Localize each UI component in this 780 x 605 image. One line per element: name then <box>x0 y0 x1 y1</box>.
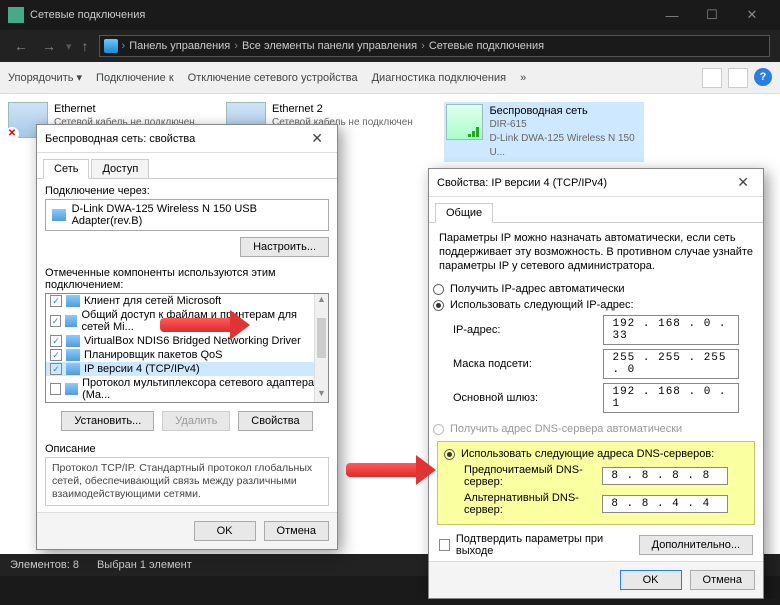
scroll-down-icon[interactable]: ▼ <box>315 388 328 402</box>
scrollbar[interactable]: ▲ ▼ <box>314 294 328 402</box>
gateway-input[interactable]: 192 . 168 . 0 . 1 <box>603 383 739 413</box>
arrow-indicator <box>160 310 250 340</box>
window-title: Сетевые подключения <box>30 9 145 21</box>
checkbox-icon[interactable]: ✓ <box>50 349 62 361</box>
close-icon[interactable]: ✕ <box>731 174 755 191</box>
toolbar: Упорядочить ▾ Подключение к Отключение с… <box>0 62 780 94</box>
connect-via-label: Подключение через: <box>45 185 329 197</box>
tab-general[interactable]: Общие <box>435 203 493 223</box>
disable-device[interactable]: Отключение сетевого устройства <box>188 72 358 84</box>
ip-address-input[interactable]: 192 . 168 . 0 . 33 <box>603 315 739 345</box>
advanced-button[interactable]: Дополнительно... <box>639 535 753 555</box>
protocol-icon <box>66 295 80 307</box>
protocol-icon <box>65 383 78 395</box>
breadcrumb-seg[interactable]: Панель управления <box>129 40 230 52</box>
status-count: Элементов: 8 <box>10 559 79 571</box>
checkbox-icon[interactable]: ✓ <box>50 335 62 347</box>
radio-auto-ip[interactable]: Получить IP-адрес автоматически <box>429 281 763 297</box>
tab-access[interactable]: Доступ <box>91 159 149 179</box>
dns-group-highlight: Использовать следующие адреса DNS-сервер… <box>437 441 755 525</box>
tab-network[interactable]: Сеть <box>43 159 89 179</box>
radio-manual-dns[interactable]: Использовать следующие адреса DNS-сервер… <box>440 446 752 462</box>
close-button[interactable]: ✕ <box>732 7 772 23</box>
checkbox-icon[interactable] <box>50 383 61 395</box>
list-item[interactable]: ✓ Планировщик пакетов QoS <box>46 348 328 362</box>
properties-button[interactable]: Свойства <box>238 411 312 431</box>
breadcrumb-seg[interactable]: Сетевые подключения <box>429 40 544 52</box>
install-button[interactable]: Установить... <box>61 411 154 431</box>
nav-forward[interactable]: → <box>38 38 60 54</box>
window-titlebar: Сетевые подключения — ☐ ✕ <box>0 0 780 30</box>
configure-button[interactable]: Настроить... <box>240 237 329 257</box>
dialog-title: Свойства: IP версии 4 (TCP/IPv4) <box>437 177 607 189</box>
minimize-button[interactable]: — <box>652 8 692 23</box>
list-item-label: IP версии 4 (TCP/IPv4) <box>84 363 200 375</box>
components-label: Отмеченные компоненты используются этим … <box>45 267 329 291</box>
checkbox-icon[interactable]: ✓ <box>50 295 62 307</box>
protocol-icon <box>65 315 78 327</box>
organize-menu[interactable]: Упорядочить ▾ <box>8 71 82 84</box>
breadcrumb-seg: › <box>122 40 126 52</box>
validate-checkbox[interactable] <box>439 539 450 551</box>
list-item-label: Планировщик пакетов QoS <box>84 349 223 361</box>
list-item[interactable]: ✓ IP версии 4 (TCP/IPv4) <box>46 362 328 376</box>
description-label: Описание <box>45 443 329 455</box>
ok-button[interactable]: OK <box>620 570 682 590</box>
arrow-indicator <box>346 455 436 485</box>
wifi-icon <box>446 104 483 140</box>
monitor-icon <box>104 39 118 53</box>
more-menu[interactable]: » <box>520 72 526 84</box>
remove-button: Удалить <box>162 411 230 431</box>
scroll-up-icon[interactable]: ▲ <box>315 294 328 308</box>
address-bar: ← → ▾ ↑ › Панель управления › Все элемен… <box>0 30 780 62</box>
diagnostics[interactable]: Диагностика подключения <box>372 72 506 84</box>
maximize-button[interactable]: ☐ <box>692 7 732 23</box>
breadcrumb[interactable]: › Панель управления › Все элементы панел… <box>99 35 770 57</box>
checkbox-icon[interactable]: ✓ <box>50 315 61 327</box>
nav-up[interactable]: ↑ <box>78 38 93 54</box>
connect-menu[interactable]: Подключение к <box>96 72 174 84</box>
protocol-icon <box>66 335 80 347</box>
adapter-icon <box>52 209 66 221</box>
ok-button[interactable]: OK <box>194 521 256 541</box>
list-item[interactable]: Протокол мультиплексора сетевого адаптер… <box>46 376 328 402</box>
view-icons-button[interactable] <box>702 68 722 88</box>
radio-manual-ip[interactable]: Использовать следующий IP-адрес: <box>429 297 763 313</box>
list-item-label: Клиент для сетей Microsoft <box>84 295 221 307</box>
list-item[interactable]: ✓ Клиент для сетей Microsoft <box>46 294 328 308</box>
status-selection: Выбран 1 элемент <box>97 559 192 571</box>
scroll-thumb[interactable] <box>317 318 326 358</box>
protocol-icon <box>66 349 80 361</box>
cancel-button[interactable]: Отмена <box>264 521 329 541</box>
adapter-field: D-Link DWA-125 Wireless N 150 USB Adapte… <box>45 199 329 231</box>
close-icon[interactable]: ✕ <box>305 130 329 147</box>
preferred-dns-input[interactable]: 8 . 8 . 8 . 8 <box>602 467 728 485</box>
view-details-button[interactable] <box>728 68 748 88</box>
ipv4-properties-dialog: Свойства: IP версии 4 (TCP/IPv4) ✕ Общие… <box>428 168 764 599</box>
protocol-icon <box>66 363 80 375</box>
cancel-button[interactable]: Отмена <box>690 570 755 590</box>
checkbox-icon[interactable]: ✓ <box>50 363 62 375</box>
app-icon <box>8 7 24 23</box>
dialog-title: Беспроводная сеть: свойства <box>45 133 195 145</box>
intro-text: Параметры IP можно назначать автоматичес… <box>429 223 763 281</box>
description-text: Протокол TCP/IP. Стандартный протокол гл… <box>45 457 329 506</box>
breadcrumb-seg[interactable]: Все элементы панели управления <box>242 40 417 52</box>
help-icon[interactable]: ? <box>754 68 772 86</box>
subnet-mask-input[interactable]: 255 . 255 . 255 . 0 <box>603 349 739 379</box>
radio-auto-dns: Получить адрес DNS-сервера автоматически <box>429 421 763 437</box>
connection-wifi[interactable]: Беспроводная сеть DIR-615 D-Link DWA-125… <box>444 102 644 162</box>
list-item[interactable]: ✓Драйвер протокола LLDP (Майкрософт) <box>46 402 328 403</box>
alternate-dns-input[interactable]: 8 . 8 . 4 . 4 <box>602 495 728 513</box>
nav-back[interactable]: ← <box>10 38 32 54</box>
list-item-label: Протокол мультиплексора сетевого адаптер… <box>82 377 324 401</box>
